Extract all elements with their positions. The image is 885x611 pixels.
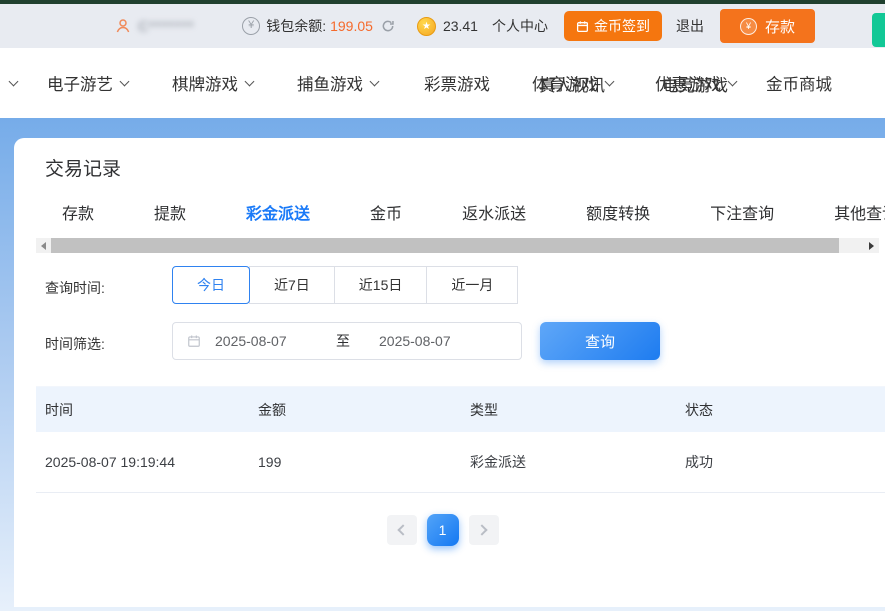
calendar-icon xyxy=(187,334,201,348)
profile-link[interactable]: 个人中心 xyxy=(492,16,548,36)
deposit-label: 存款 xyxy=(765,16,795,37)
range-1month-button[interactable]: 近一月 xyxy=(426,266,518,304)
nav-item-sports-ghost-text: 真人视讯 xyxy=(539,72,605,96)
prev-page-button[interactable] xyxy=(387,515,417,545)
cell-amount: 199 xyxy=(249,454,461,470)
quick-range-group: 今日 近7日 近15日 近一月 xyxy=(172,266,518,304)
person-icon xyxy=(114,17,132,35)
results-table: 时间 金额 类型 状态 2025-08-07 19:19:44 199 彩金派送… xyxy=(36,386,885,493)
tab-deposit[interactable]: 存款 xyxy=(62,200,94,224)
chevron-down-icon xyxy=(9,76,19,86)
current-page-button[interactable]: 1 xyxy=(427,514,459,546)
table-header-row: 时间 金额 类型 状态 xyxy=(36,386,885,432)
refresh-icon[interactable] xyxy=(381,19,395,33)
table-row: 2025-08-07 19:19:44 199 彩金派送 成功 xyxy=(36,432,885,493)
cutoff-green-button[interactable] xyxy=(872,13,885,47)
user-topbar: C******* ¥ 钱包余额: 199.05 ★ 23.41 个人中心 金币签… xyxy=(0,4,885,48)
date-from-value[interactable]: 2025-08-07 xyxy=(215,333,323,349)
range-15days-button[interactable]: 近15日 xyxy=(334,266,428,304)
cell-time: 2025-08-07 19:19:44 xyxy=(36,454,249,470)
chevron-right-icon xyxy=(476,524,487,535)
cell-type: 彩金派送 xyxy=(461,452,676,472)
nav-item-coin-mall[interactable]: 金币商城 xyxy=(766,71,832,95)
col-amount: 金额 xyxy=(249,400,461,420)
record-type-tabs: 存款 提款 彩金派送 金币 返水派送 额度转换 下注查询 其他查询 xyxy=(62,200,885,224)
tab-withdraw[interactable]: 提款 xyxy=(154,200,186,224)
calendar-icon xyxy=(576,20,589,33)
nav-item-slots[interactable]: 电子游艺 xyxy=(47,71,128,95)
date-to-value[interactable]: 2025-08-07 xyxy=(379,333,451,349)
main-nav: 电子游艺 棋牌游戏 捕鱼游戏 彩票游戏 体育游戏 真人视讯 优惠游戏 电竞游戏 … xyxy=(0,48,885,118)
tab-bonus-payout[interactable]: 彩金派送 xyxy=(246,200,310,224)
col-status: 状态 xyxy=(676,400,885,420)
tab-bet-query[interactable]: 下注查询 xyxy=(710,200,774,224)
next-page-button[interactable] xyxy=(469,515,499,545)
scroll-left-arrow-icon[interactable] xyxy=(36,238,51,253)
deposit-button[interactable]: ¥ 存款 xyxy=(720,9,815,43)
tab-quota-transfer[interactable]: 额度转换 xyxy=(586,200,650,224)
logout-link[interactable]: 退出 xyxy=(676,16,704,36)
nav-item-cutoff[interactable] xyxy=(2,82,17,85)
deposit-coin-icon: ¥ xyxy=(740,18,757,35)
nav-item-lottery[interactable]: 彩票游戏 xyxy=(424,71,490,95)
nav-item-promos[interactable]: 优惠游戏 电竞游戏 xyxy=(655,71,736,95)
chevron-down-icon xyxy=(728,76,738,86)
nav-item-board-games[interactable]: 棋牌游戏 xyxy=(172,71,253,95)
chevron-down-icon xyxy=(370,76,380,86)
scrollbar-thumb[interactable] xyxy=(51,238,839,253)
scroll-right-arrow-icon[interactable] xyxy=(864,238,879,253)
query-time-label: 查询时间: xyxy=(45,278,105,298)
col-type: 类型 xyxy=(461,400,676,420)
nav-item-sports[interactable]: 体育游戏 真人视讯 xyxy=(532,71,613,95)
nav-item-fishing[interactable]: 捕鱼游戏 xyxy=(297,71,378,95)
chevron-down-icon xyxy=(245,76,255,86)
pagination: 1 xyxy=(14,514,871,546)
signin-label: 金币签到 xyxy=(594,16,650,36)
yen-circle-icon: ¥ xyxy=(242,17,260,35)
nav-item-promos-ghost-text: 电竞游戏 xyxy=(662,72,728,96)
horizontal-scrollbar xyxy=(36,238,879,253)
search-button[interactable]: 查询 xyxy=(540,322,660,360)
wallet-balance: 199.05 xyxy=(330,18,373,34)
cell-status: 成功 xyxy=(676,452,885,472)
points-balance: 23.41 xyxy=(443,18,478,34)
tab-rebate[interactable]: 返水派送 xyxy=(462,200,526,224)
range-today-button[interactable]: 今日 xyxy=(172,266,250,304)
transaction-record-card: 交易记录 存款 提款 彩金派送 金币 返水派送 额度转换 下注查询 其他查询 查… xyxy=(14,138,885,607)
chevron-down-icon xyxy=(120,76,130,86)
wallet-label: 钱包余额: xyxy=(266,16,326,36)
range-7days-button[interactable]: 近7日 xyxy=(249,266,335,304)
username: C******* xyxy=(138,18,218,34)
date-range-separator: 至 xyxy=(323,331,363,351)
date-range-picker[interactable]: 2025-08-07 至 2025-08-07 xyxy=(172,322,522,360)
page-title: 交易记录 xyxy=(45,154,121,181)
chevron-down-icon xyxy=(605,76,615,86)
col-time: 时间 xyxy=(36,400,249,420)
coin-signin-button[interactable]: 金币签到 xyxy=(564,11,662,41)
time-filter-label: 时间筛选: xyxy=(45,334,105,354)
user-info[interactable]: C******* xyxy=(114,17,218,35)
page-background: 交易记录 存款 提款 彩金派送 金币 返水派送 额度转换 下注查询 其他查询 查… xyxy=(0,118,885,611)
tab-other-query[interactable]: 其他查询 xyxy=(834,200,885,224)
tab-coins[interactable]: 金币 xyxy=(370,200,402,224)
chevron-left-icon xyxy=(397,524,408,535)
gold-coin-icon: ★ xyxy=(417,17,436,36)
